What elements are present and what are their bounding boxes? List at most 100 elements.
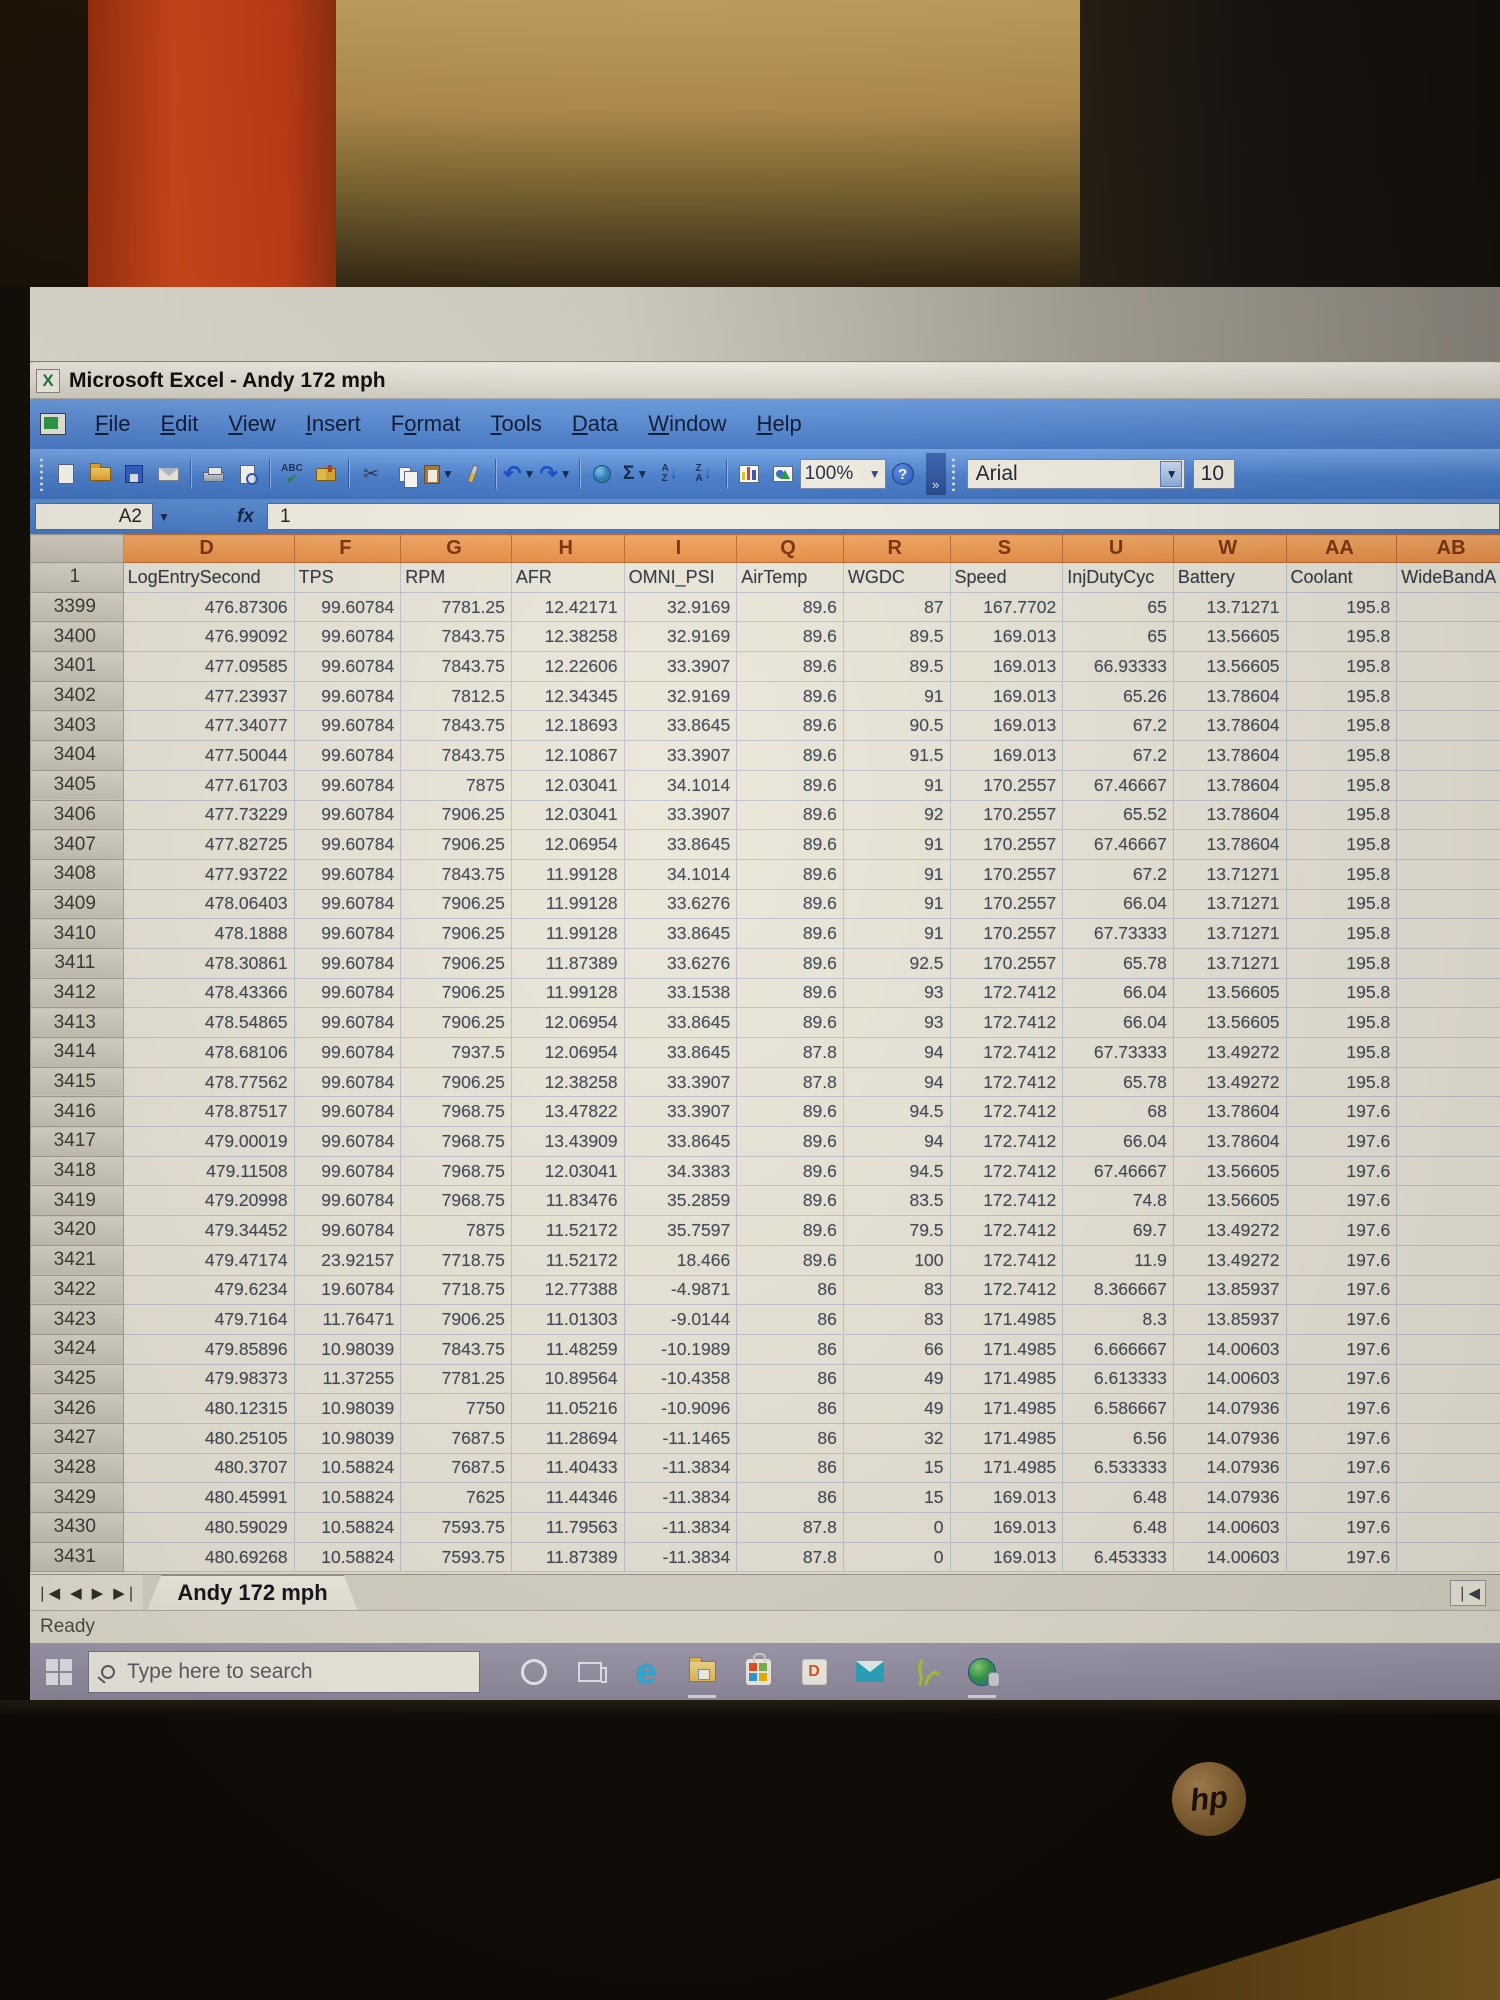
- cell[interactable]: 195.8: [1286, 1038, 1397, 1068]
- cell[interactable]: 478.43366: [123, 978, 294, 1008]
- new-document-button[interactable]: [51, 457, 81, 491]
- cell[interactable]: 476.87306: [123, 592, 294, 622]
- cell[interactable]: 94.5: [843, 1156, 950, 1186]
- cell[interactable]: 33.6276: [624, 948, 737, 978]
- cell[interactable]: 86: [737, 1394, 844, 1424]
- row-header[interactable]: 3411: [31, 948, 124, 978]
- cell[interactable]: 12.42171: [511, 592, 624, 622]
- cell[interactable]: 99.60784: [294, 770, 401, 800]
- row-header[interactable]: 3405: [31, 770, 124, 800]
- open-button[interactable]: [85, 457, 115, 491]
- cell[interactable]: 479.34452: [123, 1216, 294, 1246]
- cell[interactable]: AFR: [511, 563, 624, 593]
- font-dropdown-icon[interactable]: ▼: [1160, 461, 1182, 487]
- formula-input[interactable]: 1: [267, 503, 1500, 530]
- menu-item-window[interactable]: Window: [648, 411, 726, 437]
- cell[interactable]: [1397, 1513, 1500, 1543]
- cell[interactable]: 7843.75: [401, 1334, 512, 1364]
- edge-button[interactable]: e: [623, 1643, 669, 1700]
- cell[interactable]: 170.2557: [950, 830, 1063, 860]
- cell[interactable]: 89.6: [737, 592, 844, 622]
- cell[interactable]: 100: [843, 1245, 950, 1275]
- row-header[interactable]: 3403: [31, 711, 124, 741]
- cell[interactable]: 197.6: [1286, 1423, 1397, 1453]
- cell[interactable]: 6.586667: [1063, 1394, 1174, 1424]
- cell[interactable]: 87.8: [737, 1038, 844, 1068]
- row-header[interactable]: 3421: [31, 1245, 124, 1275]
- cell[interactable]: 197.6: [1286, 1216, 1397, 1246]
- cell[interactable]: 99.60784: [294, 1097, 401, 1127]
- cell[interactable]: 13.85937: [1173, 1275, 1286, 1305]
- cell[interactable]: 69.7: [1063, 1216, 1174, 1246]
- cell[interactable]: 91: [843, 681, 950, 711]
- cell[interactable]: 13.56605: [1173, 652, 1286, 682]
- cell[interactable]: 32: [843, 1423, 950, 1453]
- cell[interactable]: 13.56605: [1173, 1156, 1286, 1186]
- cell[interactable]: 94: [843, 1067, 950, 1097]
- row-header[interactable]: 3424: [31, 1334, 124, 1364]
- cell[interactable]: 195.8: [1286, 770, 1397, 800]
- cell[interactable]: 195.8: [1286, 978, 1397, 1008]
- cell[interactable]: 14.07936: [1173, 1483, 1286, 1513]
- paste-dropdown-icon[interactable]: ▼: [442, 467, 454, 481]
- row-header[interactable]: 3410: [31, 919, 124, 949]
- worksheet-menu-icon[interactable]: [40, 413, 66, 435]
- cell[interactable]: [1397, 1423, 1500, 1453]
- cell[interactable]: 7906.25: [401, 948, 512, 978]
- cell[interactable]: 195.8: [1286, 622, 1397, 652]
- cell[interactable]: 99.60784: [294, 1038, 401, 1068]
- cell[interactable]: 11.52172: [511, 1216, 624, 1246]
- cell[interactable]: 171.4985: [950, 1305, 1063, 1335]
- cell[interactable]: 11.05216: [511, 1394, 624, 1424]
- cell[interactable]: 12.22606: [511, 652, 624, 682]
- cell[interactable]: 13.78604: [1173, 741, 1286, 771]
- cell[interactable]: 197.6: [1286, 1394, 1397, 1424]
- cell[interactable]: 478.54865: [123, 1008, 294, 1038]
- cell[interactable]: 7718.75: [401, 1245, 512, 1275]
- cell[interactable]: 89.5: [843, 652, 950, 682]
- autosum-dropdown-icon[interactable]: ▼: [636, 467, 648, 481]
- cell[interactable]: 13.71271: [1173, 919, 1286, 949]
- row-header[interactable]: 3428: [31, 1453, 124, 1483]
- cell[interactable]: 478.87517: [123, 1097, 294, 1127]
- cell[interactable]: 83: [843, 1305, 950, 1335]
- cell[interactable]: 13.56605: [1173, 622, 1286, 652]
- cell[interactable]: 12.06954: [511, 1008, 624, 1038]
- cell[interactable]: 169.013: [950, 1513, 1063, 1543]
- cell[interactable]: 18.466: [624, 1245, 737, 1275]
- cell[interactable]: 7843.75: [401, 622, 512, 652]
- cell[interactable]: 11.99128: [511, 859, 624, 889]
- cell[interactable]: 14.07936: [1173, 1394, 1286, 1424]
- cell[interactable]: 172.7412: [950, 1186, 1063, 1216]
- cell[interactable]: 12.03041: [511, 1156, 624, 1186]
- cell[interactable]: 197.6: [1286, 1097, 1397, 1127]
- row-header[interactable]: 3425: [31, 1364, 124, 1394]
- cell[interactable]: 172.7412: [950, 1216, 1063, 1246]
- cell[interactable]: 12.10867: [511, 741, 624, 771]
- cell[interactable]: -11.3834: [624, 1542, 737, 1572]
- cell[interactable]: 89.6: [737, 919, 844, 949]
- cell[interactable]: [1397, 800, 1500, 830]
- row-header[interactable]: 3404: [31, 741, 124, 771]
- cell[interactable]: [1397, 830, 1500, 860]
- insert-function-icon[interactable]: fx: [237, 506, 254, 528]
- cell[interactable]: 7593.75: [401, 1513, 512, 1543]
- cell[interactable]: 13.49272: [1173, 1216, 1286, 1246]
- cell[interactable]: 7906.25: [401, 800, 512, 830]
- cell[interactable]: [1397, 1156, 1500, 1186]
- cell[interactable]: 7750: [401, 1394, 512, 1424]
- cell[interactable]: 65: [1063, 592, 1174, 622]
- row-header[interactable]: 3420: [31, 1216, 124, 1246]
- cell[interactable]: 195.8: [1286, 652, 1397, 682]
- cell[interactable]: 33.3907: [624, 800, 737, 830]
- cell[interactable]: 33.8645: [624, 1038, 737, 1068]
- cell[interactable]: 99.60784: [294, 1127, 401, 1157]
- cell[interactable]: 195.8: [1286, 800, 1397, 830]
- cell[interactable]: 13.71271: [1173, 592, 1286, 622]
- cell[interactable]: OMNI_PSI: [624, 563, 737, 593]
- cell[interactable]: 13.47822: [511, 1097, 624, 1127]
- cell[interactable]: 195.8: [1286, 681, 1397, 711]
- cell[interactable]: -11.3834: [624, 1453, 737, 1483]
- menu-item-view[interactable]: View: [228, 411, 275, 437]
- cell[interactable]: 197.6: [1286, 1483, 1397, 1513]
